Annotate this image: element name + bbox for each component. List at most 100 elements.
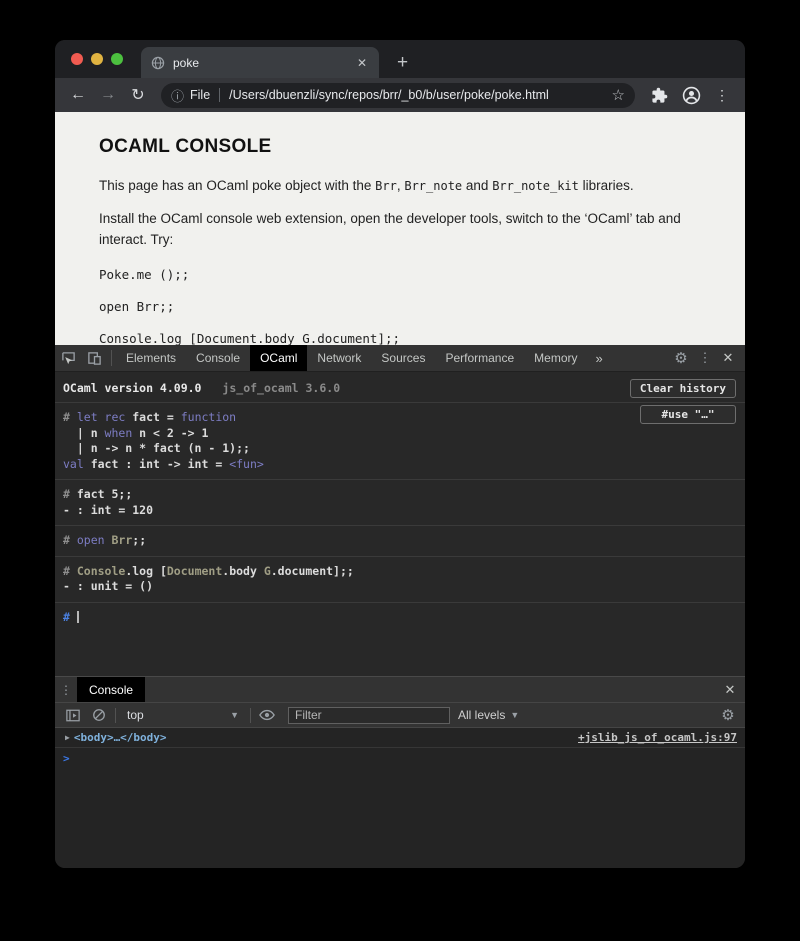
repl-line: | n when n < 2 -> 1	[63, 426, 737, 442]
code-token: fact =	[125, 410, 180, 424]
repl-line: | n -> n * fact (n - 1);;	[63, 441, 737, 457]
code-token: | n -> n * fact (n - 1);;	[63, 441, 250, 455]
new-tab-button[interactable]: +	[393, 47, 412, 78]
settings-gear-icon[interactable]: ⚙	[669, 349, 693, 367]
tab-sources[interactable]: Sources	[371, 345, 435, 371]
address-bar[interactable]: ⓘ File /Users/dbuenzli/sync/repos/brr/_b…	[161, 83, 635, 108]
log-source-link[interactable]: +jslib_js_of_ocaml.js:97	[578, 731, 737, 744]
repl-entries[interactable]: # let rec fact = function | n when n < 2…	[55, 403, 745, 632]
code-token: #	[63, 487, 77, 501]
code-token: #	[63, 533, 77, 547]
clear-history-button[interactable]: Clear history	[630, 379, 736, 398]
profile-avatar-icon[interactable]	[682, 86, 701, 105]
close-window-button[interactable]	[71, 53, 83, 65]
reload-icon[interactable]: ↻	[125, 85, 151, 105]
code-token: .document];;	[271, 564, 354, 578]
drawer-close-icon[interactable]: ✕	[719, 682, 741, 698]
chrome-menu-icon[interactable]: ⋮	[715, 87, 729, 104]
ocaml-repl-panel: OCaml version 4.09.0 js_of_ocaml 3.6.0 #…	[55, 372, 745, 676]
drawer-tab-console[interactable]: Console	[77, 677, 145, 702]
levels-value: All levels	[458, 708, 505, 722]
instructions-paragraph: Install the OCaml console web extension,…	[99, 208, 699, 250]
code-token: val	[63, 457, 84, 471]
extensions-puzzle-icon[interactable]	[651, 87, 668, 104]
code-sample-open-brr: open Brr;;	[99, 299, 701, 314]
more-tabs-icon[interactable]: »	[588, 351, 611, 366]
console-sidebar-icon[interactable]	[60, 709, 86, 722]
tab-console[interactable]: Console	[186, 345, 250, 371]
code-token: n < 2 -> 1	[132, 426, 208, 440]
tab-performance[interactable]: Performance	[435, 345, 524, 371]
toolbar-divider	[111, 350, 112, 366]
repl-line: - : int = 120	[63, 503, 737, 519]
code-token: Document	[167, 564, 222, 578]
ocaml-version-label: OCaml version 4.09.0	[63, 381, 201, 395]
zoom-window-button[interactable]	[111, 53, 123, 65]
devtools-menu-icon[interactable]: ⋮	[695, 350, 715, 366]
chevron-down-icon: ▼	[510, 710, 519, 720]
back-icon[interactable]: ←	[65, 86, 91, 104]
tab-close-icon[interactable]: ✕	[355, 56, 369, 70]
repl-entry: # open Brr;;	[55, 526, 745, 557]
page-info-icon[interactable]: ⓘ	[171, 86, 184, 105]
devtools-panel-tabs: Elements Console OCaml Network Sources P…	[116, 345, 611, 371]
repl-entry: # fact 5;;- : int = 120	[55, 480, 745, 526]
bookmark-star-icon[interactable]: ☆	[612, 86, 625, 104]
tab-ocaml[interactable]: OCaml	[250, 345, 307, 371]
inline-code-brr-note-kit: Brr_note_kit	[492, 179, 579, 193]
omnibox-divider	[219, 88, 220, 102]
code-token: - : int = 120	[63, 503, 153, 517]
browser-window: poke ✕ + ← → ↻ ⓘ File /Users/dbuenzli/sy…	[55, 40, 745, 868]
log-levels-dropdown[interactable]: All levels ▼	[458, 708, 519, 722]
code-token	[105, 533, 112, 547]
console-prompt-row[interactable]: >	[55, 748, 745, 769]
toolbar-divider	[250, 708, 251, 723]
chevron-down-icon: ▼	[230, 710, 239, 720]
filter-input[interactable]	[288, 707, 450, 724]
expand-triangle-icon[interactable]: ▶	[65, 733, 70, 742]
code-token: #	[63, 610, 77, 624]
code-token: Console	[77, 564, 125, 578]
console-drawer-header: ⋮ Console ✕	[55, 676, 745, 702]
code-token: .log [	[125, 564, 167, 578]
browser-action-icons: ⋮	[645, 86, 735, 105]
address-toolbar: ← → ↻ ⓘ File /Users/dbuenzli/sync/repos/…	[55, 78, 745, 112]
live-expression-eye-icon[interactable]	[254, 709, 280, 721]
url-text[interactable]: /Users/dbuenzli/sync/repos/brr/_b0/b/use…	[229, 88, 605, 102]
url-scheme-label: File	[190, 88, 210, 102]
code-token: Brr	[112, 533, 133, 547]
clear-console-icon[interactable]	[86, 708, 112, 722]
tab-network[interactable]: Network	[307, 345, 371, 371]
forward-icon[interactable]: →	[95, 86, 121, 104]
console-log-area: ▶ <body>…</body> +jslib_js_of_ocaml.js:9…	[55, 728, 745, 868]
text-cursor	[77, 611, 79, 623]
code-token: fact 5;;	[77, 487, 132, 501]
context-value: top	[127, 708, 144, 722]
code-token: function	[181, 410, 236, 424]
devtools-tab-bar: Elements Console OCaml Network Sources P…	[55, 345, 745, 372]
code-token: #	[63, 410, 77, 424]
browser-tab-strip: poke ✕ +	[55, 40, 745, 78]
tab-memory[interactable]: Memory	[524, 345, 587, 371]
page-title: OCAML CONSOLE	[99, 136, 701, 158]
code-token: G	[264, 564, 271, 578]
browser-tab[interactable]: poke ✕	[141, 47, 379, 78]
devtools-close-icon[interactable]: ✕	[717, 350, 739, 366]
minimize-window-button[interactable]	[91, 53, 103, 65]
devtools-bar-actions: ⚙ ⋮ ✕	[669, 349, 745, 367]
console-prompt-chevron: >	[63, 752, 70, 765]
jsoo-version-label: js_of_ocaml 3.6.0	[222, 381, 340, 395]
console-settings-gear-icon[interactable]: ⚙	[716, 706, 740, 724]
inspect-element-icon[interactable]	[55, 351, 81, 366]
device-toolbar-icon[interactable]	[81, 351, 107, 366]
dom-node-preview[interactable]: <body>…</body>	[74, 731, 167, 744]
use-file-button[interactable]: #use "…"	[640, 405, 736, 424]
execution-context-selector[interactable]: top ▼	[119, 708, 247, 722]
code-token: <fun>	[229, 457, 264, 471]
repl-line: # fact 5;;	[63, 487, 737, 503]
tab-elements[interactable]: Elements	[116, 345, 186, 371]
tab-title: poke	[173, 56, 347, 70]
drawer-menu-icon[interactable]: ⋮	[55, 683, 77, 697]
console-log-row[interactable]: ▶ <body>…</body> +jslib_js_of_ocaml.js:9…	[55, 728, 745, 748]
repl-entry: #	[55, 603, 745, 633]
